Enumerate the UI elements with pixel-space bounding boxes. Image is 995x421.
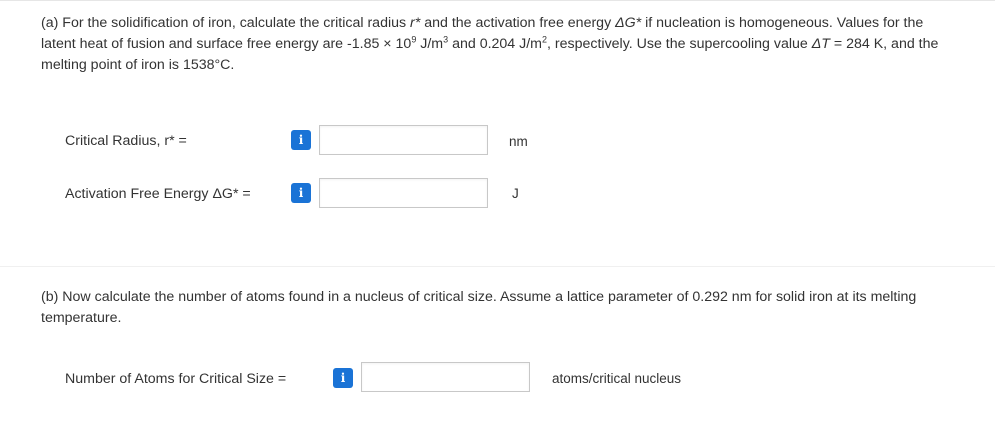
num-atoms-unit: atoms/critical nucleus [552,371,682,386]
num-atoms-input[interactable] [361,362,530,392]
section-divider [0,266,995,267]
activation-energy-label: Activation Free Energy ΔG* = [65,186,251,202]
info-icon[interactable]: i [291,183,311,203]
info-icon[interactable]: i [291,130,311,150]
part-a-text: J/m [416,36,444,52]
critical-radius-label: Critical Radius, r* = [65,133,187,149]
question-page: (a) For the solidification of iron, calc… [0,0,995,421]
critical-radius-input[interactable] [319,125,488,155]
top-divider [0,0,995,1]
r-symbol: r* [410,15,421,31]
question-part-b: (b) Now calculate the number of atoms fo… [41,289,917,326]
delta-t-symbol: ΔT [811,36,830,52]
part-a-text: , respectively. Use the supercooling val… [547,36,812,52]
activation-energy-input[interactable] [319,178,488,208]
part-a-text: (a) For the solidification of iron, calc… [41,15,411,31]
delta-g-symbol: ΔG* [615,15,642,31]
critical-radius-unit: nm [509,134,528,149]
part-a-text: and the activation free energy [420,15,616,31]
info-icon[interactable]: i [333,368,353,388]
activation-energy-unit: J [512,186,519,201]
part-a-text: and 0.204 J/m [448,36,542,52]
num-atoms-label: Number of Atoms for Critical Size = [65,371,287,387]
question-part-a: (a) For the solidification of iron, calc… [41,13,961,76]
